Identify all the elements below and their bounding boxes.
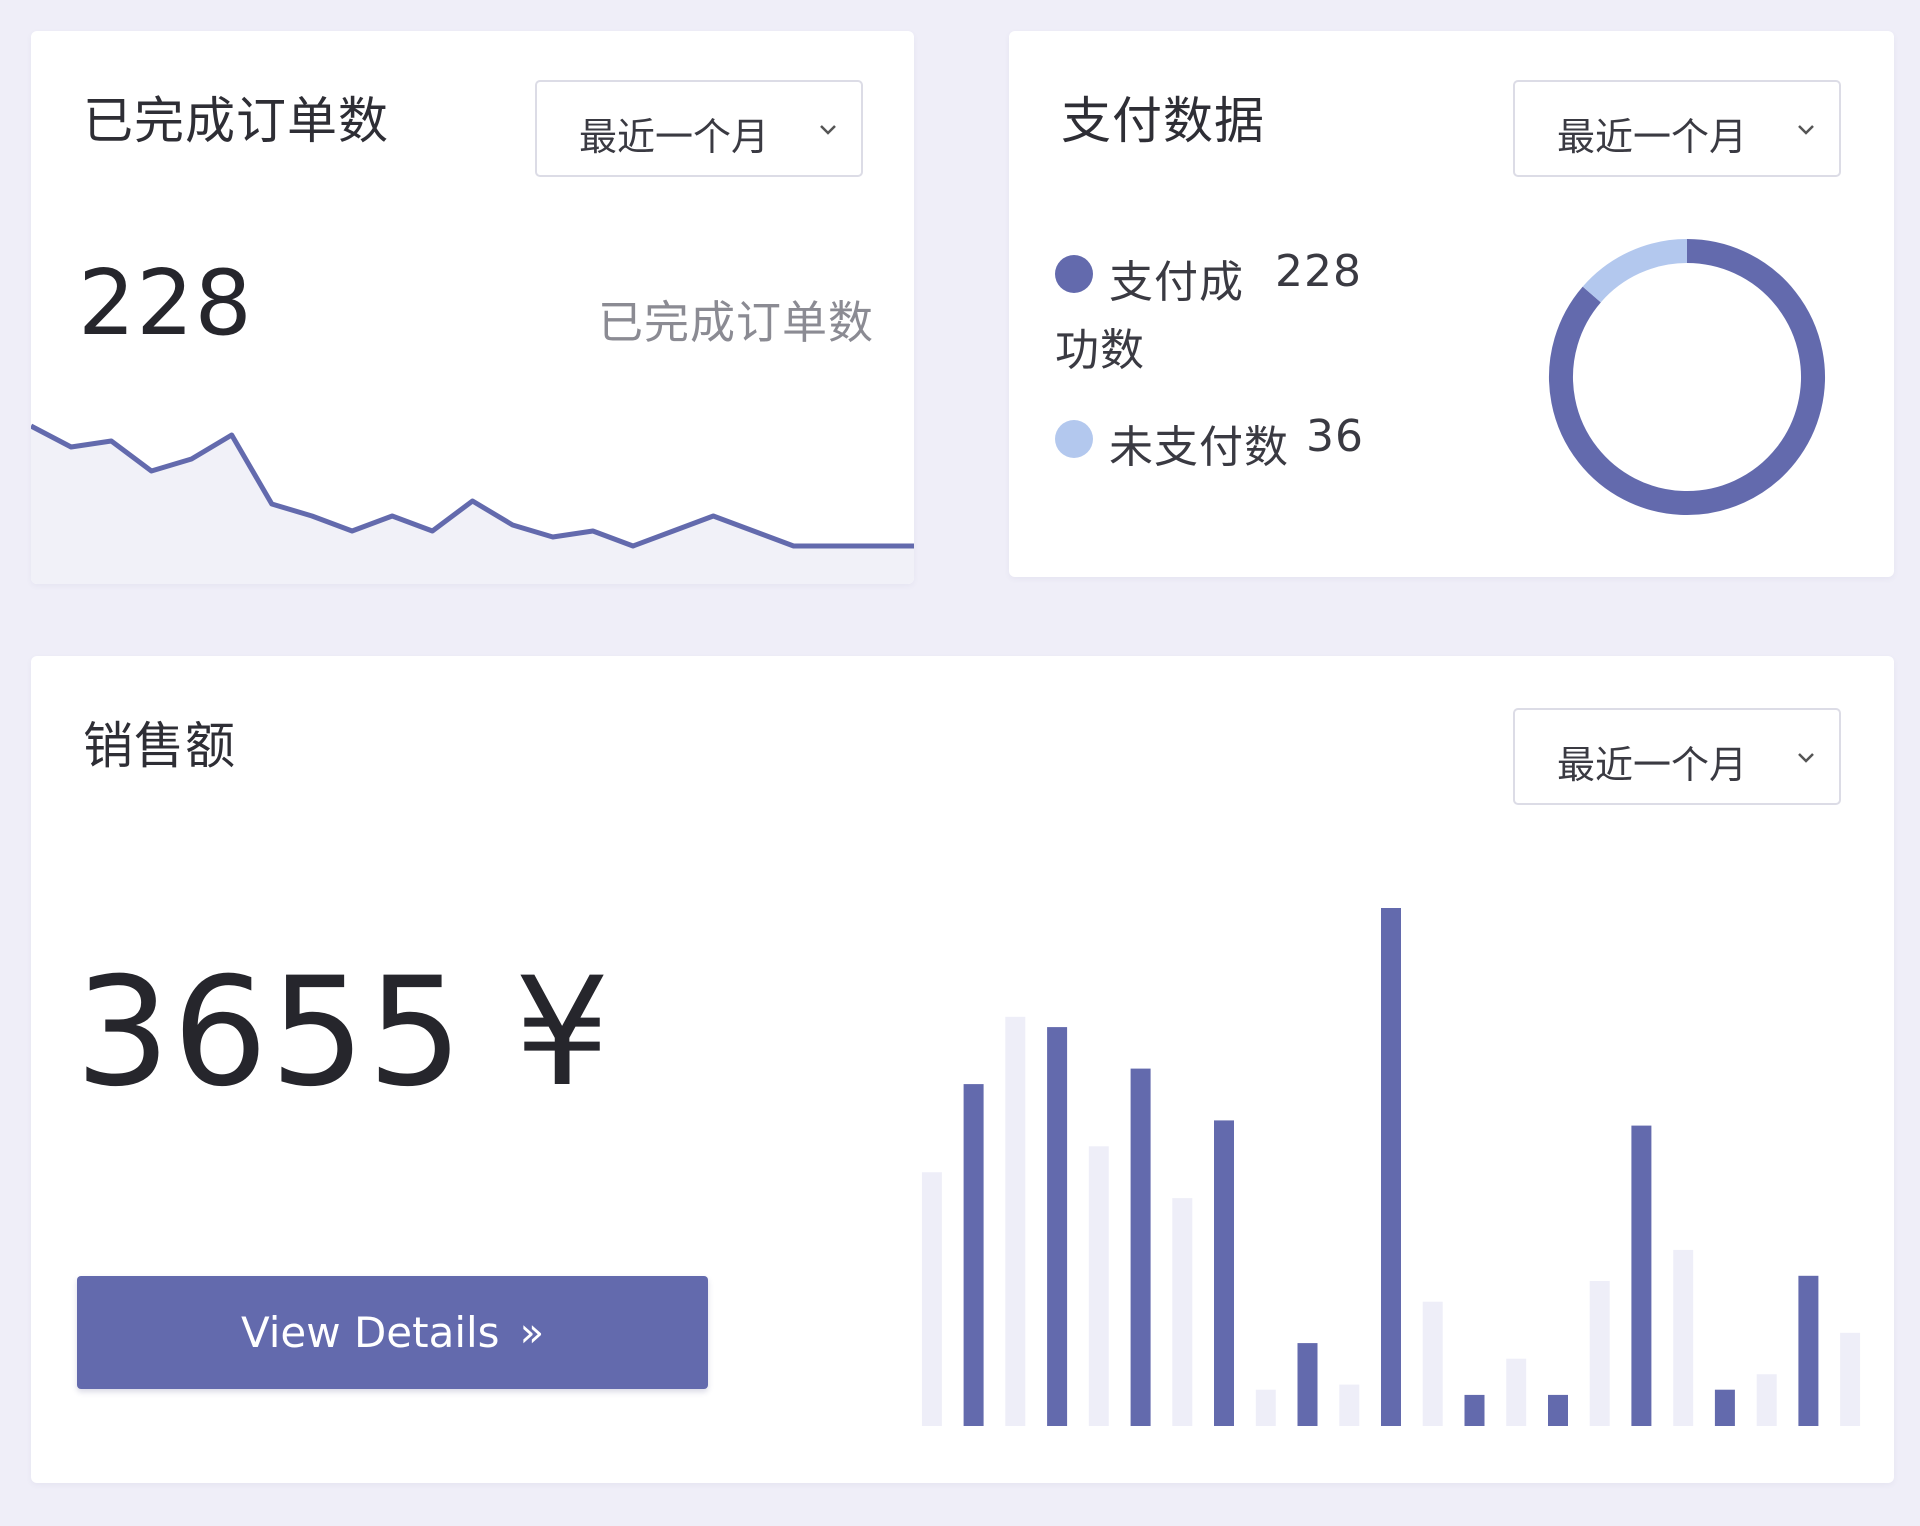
legend-dot-unpaid — [1055, 420, 1093, 458]
sales-period-select[interactable]: 最近一个月 — [1513, 708, 1841, 805]
sales-bar — [1464, 1394, 1485, 1426]
sales-bar — [1297, 1343, 1318, 1426]
sales-bar — [1130, 1068, 1151, 1426]
sales-bar — [1840, 1332, 1861, 1426]
sales-bar — [1214, 1120, 1234, 1426]
chevron-down-icon — [820, 125, 836, 135]
sales-bar — [1255, 1389, 1276, 1426]
sales-bar — [1172, 1198, 1193, 1426]
legend-label-paid-continued: 功数 — [1055, 325, 1145, 376]
chevron-down-icon — [1798, 753, 1814, 763]
sales-bar — [963, 1084, 984, 1426]
orders-period-select[interactable]: 最近一个月 — [535, 80, 863, 177]
sales-bar — [1548, 1394, 1568, 1426]
legend-value-paid: 228 — [1275, 246, 1362, 297]
legend-label-paid: 支付成 — [1109, 257, 1244, 308]
orders-period-select-value: 最近一个月 — [579, 115, 770, 159]
payment-card: 支付数据 最近一个月 支付成 228 功数 未支付数 36 — [1009, 31, 1894, 577]
legend-label-unpaid: 未支付数 — [1109, 422, 1289, 473]
chevron-down-icon — [1798, 125, 1814, 135]
sales-amount-value: 3655 ¥ — [75, 946, 612, 1120]
sales-bar — [1673, 1249, 1694, 1426]
sales-card: 销售额 最近一个月 3655 ¥ View Details » — [31, 656, 1894, 1483]
sales-bar — [1631, 1125, 1652, 1426]
orders-card: 已完成订单数 最近一个月 228 已完成订单数 — [31, 31, 914, 584]
payment-period-select[interactable]: 最近一个月 — [1513, 80, 1841, 177]
sales-bar — [1714, 1389, 1735, 1426]
view-details-button[interactable]: View Details » — [77, 1276, 708, 1389]
sales-bar — [1506, 1358, 1527, 1426]
orders-sparkline-area — [31, 426, 914, 584]
payment-card-title: 支付数据 — [1061, 92, 1265, 150]
view-details-label: View Details — [240, 1308, 500, 1357]
sales-period-select-value: 最近一个月 — [1557, 743, 1748, 787]
orders-count-value: 228 — [78, 251, 253, 356]
sales-bar — [921, 1172, 942, 1426]
sales-bar — [1798, 1275, 1819, 1426]
sales-bar-chart — [921, 908, 1861, 1426]
sales-card-title: 销售额 — [83, 717, 236, 775]
sales-bar — [1589, 1281, 1610, 1426]
sales-bar — [1381, 908, 1401, 1426]
sales-bar — [1088, 1146, 1109, 1426]
orders-sparkline — [31, 423, 914, 584]
legend-dot-paid — [1055, 255, 1093, 293]
orders-count-caption: 已完成订单数 — [597, 296, 874, 349]
sales-bar — [1756, 1374, 1777, 1426]
sales-bar — [1339, 1384, 1360, 1426]
donut-slice-unpaid — [1582, 239, 1688, 303]
payment-period-select-value: 最近一个月 — [1557, 115, 1748, 159]
orders-card-title: 已完成订单数 — [83, 92, 389, 150]
double-chevron-right-icon: » — [519, 1309, 545, 1356]
payment-donut-chart — [1549, 239, 1825, 515]
sales-bar — [1047, 1027, 1068, 1426]
sales-bar — [1422, 1301, 1443, 1426]
legend-value-unpaid: 36 — [1306, 411, 1364, 462]
sales-bar — [1005, 1016, 1026, 1426]
